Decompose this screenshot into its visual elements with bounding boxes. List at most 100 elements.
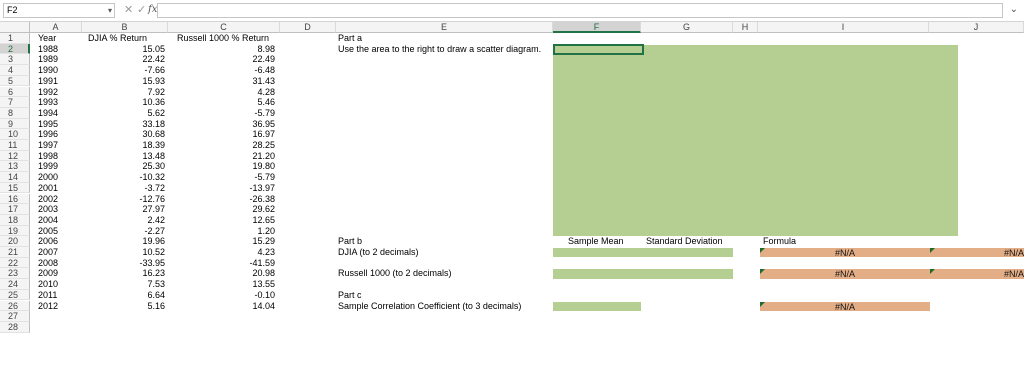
year-cell[interactable]: 2008 [38,258,58,269]
djia-cell[interactable]: 25.30 [82,161,165,172]
row-header-13[interactable]: 13 [0,161,30,173]
year-cell[interactable]: 2007 [38,247,58,258]
year-cell[interactable]: 2010 [38,279,58,290]
djia-formula-cell-j[interactable]: #N/A [930,248,1024,258]
year-cell[interactable]: 2003 [38,204,58,215]
spreadsheet-grid[interactable]: ABCDEFGHIJ 1 2 3 4 5 6 7 8 9 10 11 12 13 14 15 16 17 18 19… [0,22,1024,374]
column-header-i[interactable]: I [758,22,929,33]
djia-cell[interactable]: 10.36 [82,97,165,108]
year-cell[interactable]: 1990 [38,65,58,76]
russell-cell[interactable]: 20.98 [168,268,275,279]
row-header-11[interactable]: 11 [0,140,30,151]
djia-cell[interactable]: 27.97 [82,204,165,215]
djia-cell[interactable]: 2.42 [82,215,165,226]
year-cell[interactable]: 1998 [38,151,58,162]
row-header-22[interactable]: 22 [0,257,30,269]
row-header-4[interactable]: 4 [0,65,30,76]
standard-deviation-header[interactable]: Standard Deviation [646,236,723,247]
part-a-instruction[interactable]: Use the area to the right to draw a scat… [338,44,541,55]
confirm-icon[interactable]: ✓ [137,3,146,17]
column-header-c[interactable]: C [168,22,280,33]
row-header-10[interactable]: 10 [0,129,30,140]
row-header-2[interactable]: 2 [0,43,30,55]
sample-mean-header[interactable]: Sample Mean [568,236,624,247]
djia-sample-mean-input[interactable] [553,248,641,258]
year-cell[interactable]: 1999 [38,161,58,172]
russell-cell[interactable]: 16.97 [168,129,275,140]
djia-cell[interactable]: -10.32 [82,172,165,183]
djia-std-dev-input[interactable] [641,248,733,258]
djia-cell[interactable]: -33.95 [82,258,165,269]
name-box[interactable]: F2 ▾ [3,3,115,18]
russell-formula-cell-j[interactable]: #N/A [930,269,1024,279]
year-cell[interactable]: 2011 [38,290,57,301]
year-cell[interactable]: 2012 [38,301,58,312]
select-all-corner[interactable] [0,22,30,33]
russell-cell[interactable]: 4.23 [168,247,275,258]
row-header-26[interactable]: 26 [0,300,30,312]
fx-icon[interactable]: fx [148,3,157,17]
year-cell[interactable]: 2009 [38,268,58,279]
row-header-21[interactable]: 21 [0,247,30,258]
column-header-j[interactable]: J [929,22,1024,33]
row-header-18[interactable]: 18 [0,214,30,226]
formula-header[interactable]: Formula [763,236,796,247]
russell-cell[interactable]: -5.79 [168,108,275,119]
russell-cell[interactable]: 14.04 [168,301,275,312]
header-russell-return[interactable]: Russell 1000 % Return [177,33,269,44]
russell-cell[interactable]: 36.95 [168,119,275,130]
column-header-d[interactable]: D [280,22,336,33]
year-cell[interactable]: 2001 [38,183,58,194]
russell-cell[interactable]: 13.55 [168,279,275,290]
russell-std-dev-input[interactable] [641,269,733,279]
row-header-28[interactable]: 28 [0,321,30,333]
djia-cell[interactable]: 18.39 [82,140,165,151]
year-cell[interactable]: 1994 [38,108,58,119]
row-header-25[interactable]: 25 [0,289,30,301]
russell-cell[interactable]: -0.10 [168,290,275,301]
djia-cell[interactable]: 15.05 [82,44,165,55]
djia-cell[interactable]: 16.23 [82,268,165,279]
year-cell[interactable]: 2004 [38,215,58,226]
russell-cell[interactable]: -5.79 [168,172,275,183]
djia-cell[interactable]: 13.48 [82,151,165,162]
row-header-9[interactable]: 9 [0,118,30,130]
expand-formula-bar-icon[interactable]: ⌄ [1010,4,1018,15]
russell-cell[interactable]: 29.62 [168,204,275,215]
row-header-27[interactable]: 27 [0,311,30,322]
djia-formula-cell-i[interactable]: #N/A [760,248,930,258]
row-header-6[interactable]: 6 [0,86,30,98]
cancel-icon[interactable]: ✕ [124,3,133,17]
djia-cell[interactable]: 19.96 [82,236,165,247]
correlation-formula-cell[interactable]: #N/A [760,301,930,312]
djia-label[interactable]: DJIA (to 2 decimals) [338,247,419,258]
year-cell[interactable]: 2006 [38,236,58,247]
row-header-3[interactable]: 3 [0,54,30,66]
header-year[interactable]: Year [38,33,56,44]
row-header-20[interactable]: 20 [0,236,30,247]
russell-formula-cell-i[interactable]: #N/A [760,269,930,279]
russell-cell[interactable]: 4.28 [168,87,275,98]
column-header-h[interactable]: H [733,22,758,33]
year-cell[interactable]: 1996 [38,129,58,140]
row-header-5[interactable]: 5 [0,75,30,87]
russell-cell[interactable]: -26.38 [168,194,275,205]
djia-cell[interactable]: 7.53 [82,279,165,290]
correlation-input[interactable] [553,301,641,311]
row-header-8[interactable]: 8 [0,107,30,119]
correlation-label[interactable]: Sample Correlation Coefficient (to 3 dec… [338,301,521,312]
djia-cell[interactable]: -2.27 [82,226,165,237]
russell-cell[interactable]: 12.65 [168,215,275,226]
year-cell[interactable]: 2002 [38,194,58,205]
row-header-14[interactable]: 14 [0,172,30,183]
row-header-12[interactable]: 12 [0,150,30,162]
year-cell[interactable]: 1995 [38,119,58,130]
row-header-1[interactable]: 1 [0,33,30,44]
year-cell[interactable]: 1993 [38,97,58,108]
year-cell[interactable]: 1989 [38,54,58,65]
djia-cell[interactable]: 22.42 [82,54,165,65]
russell-cell[interactable]: 5.46 [168,97,275,108]
russell-label[interactable]: Russell 1000 (to 2 decimals) [338,268,452,279]
row-header-16[interactable]: 16 [0,193,30,205]
russell-cell[interactable]: 15.29 [168,236,275,247]
